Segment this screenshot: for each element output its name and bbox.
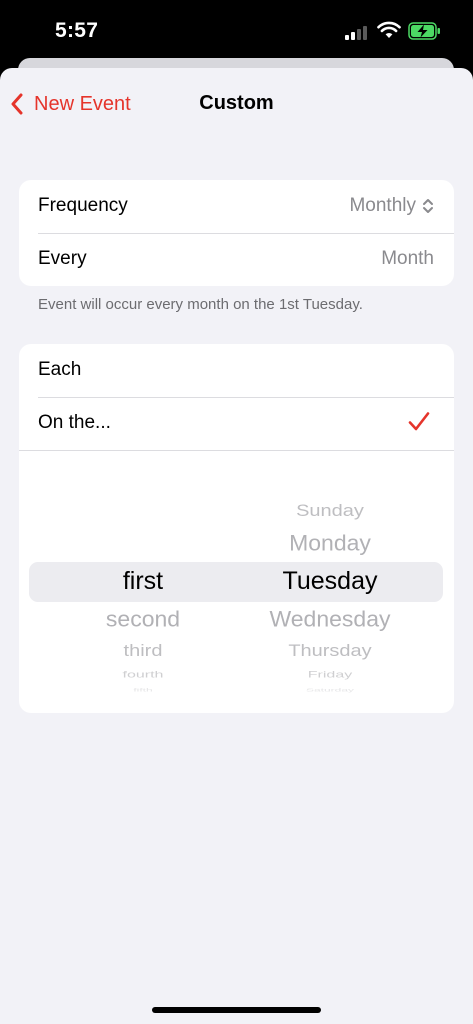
on-the-label: On the... [38, 412, 111, 433]
battery-charging-icon [408, 22, 440, 40]
custom-recurrence-sheet: New Event Custom Frequency Monthly Every… [0, 68, 473, 1024]
status-time: 5:57 [55, 19, 99, 42]
ordinal-option[interactable]: fifth [133, 687, 152, 692]
frequency-label: Frequency [38, 195, 128, 216]
every-row[interactable]: Every Month [19, 233, 454, 286]
every-value: Month [381, 248, 434, 269]
weekday-option[interactable]: Saturday [306, 687, 354, 692]
frequency-row[interactable]: Frequency Monthly [19, 180, 454, 233]
every-label: Every [38, 248, 87, 269]
weekday-option[interactable]: Monday [289, 531, 371, 557]
weekday-option[interactable]: Sunday [296, 502, 364, 522]
ordinal-day-picker[interactable]: first second third fourth fifth Sunday Monday… [19, 451, 454, 701]
ordinal-option[interactable]: second [106, 607, 180, 633]
recurrence-summary: Event will occur every month on the 1st … [38, 296, 363, 313]
each-option[interactable]: Each [19, 344, 454, 397]
wifi-icon [377, 21, 401, 38]
frequency-group: Frequency Monthly Every Month [19, 180, 454, 286]
each-label: Each [38, 359, 82, 380]
cellular-signal-icon [345, 24, 371, 40]
frequency-value: Monthly [349, 195, 416, 216]
chevron-up-down-icon [423, 199, 433, 213]
monthly-mode-group: Each On the... first second third fourth fif… [19, 344, 454, 713]
checkmark-icon [408, 412, 430, 431]
weekday-option[interactable]: Friday [308, 670, 352, 681]
ordinal-option[interactable]: fourth [123, 670, 164, 681]
ordinal-option[interactable]: third [124, 642, 163, 662]
ordinal-option[interactable]: first [123, 567, 163, 596]
picker-selection-highlight [29, 562, 443, 602]
page-title: Custom [199, 92, 274, 114]
weekday-option[interactable]: Tuesday [283, 567, 378, 596]
on-the-option[interactable]: On the... [19, 397, 454, 450]
frequency-selector[interactable]: Monthly [349, 195, 434, 217]
status-bar: 5:57 [0, 0, 473, 62]
home-indicator [152, 1007, 321, 1013]
weekday-option[interactable]: Thursday [288, 642, 371, 662]
weekday-option[interactable]: Wednesday [269, 607, 390, 633]
